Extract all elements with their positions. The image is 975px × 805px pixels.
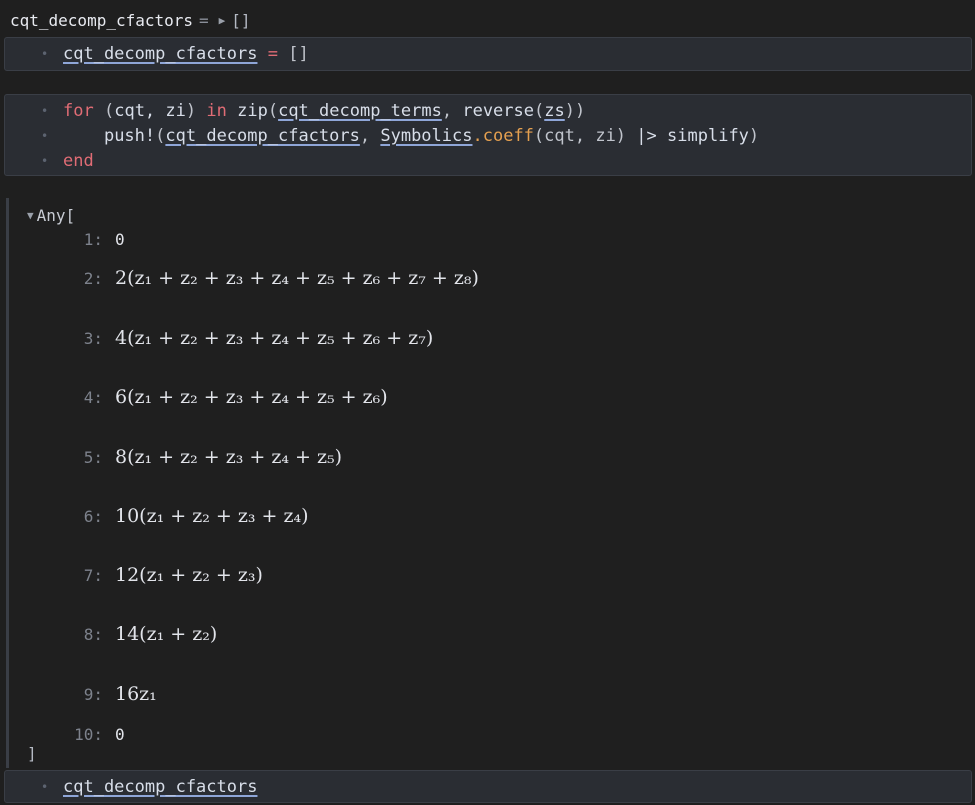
array-entry: 1: 0 [67, 230, 125, 249]
call-args: (cqt, zi) [533, 126, 627, 146]
code-line: • cqt_decomp_cfactors [5, 775, 971, 800]
paren: ) [185, 101, 197, 121]
entry-index: 10: [74, 725, 103, 744]
entry-index: 7: [83, 566, 103, 585]
func-coeff: coeff [482, 126, 534, 146]
code-line: • push!(cqt_decomp_cfactors, Symbolics.c… [5, 124, 971, 149]
code-identifier-terms: cqt_decomp_terms [278, 101, 442, 121]
func-zip: zip [237, 101, 268, 121]
paren: ( [534, 101, 545, 121]
array-close-bracket: ] [27, 744, 37, 763]
paren: ( [155, 126, 166, 146]
code-line: • for (cqt, zi) in zip(cqt_decomp_terms,… [5, 99, 971, 124]
entry-value: 4(z₁ + z₂ + z₃ + z₄ + z₅ + z₆ + z₇) [115, 327, 434, 349]
paren: ( [103, 101, 115, 121]
entry-value: 0 [115, 725, 125, 744]
code-cell-3[interactable]: • cqt_decomp_cfactors [4, 770, 972, 803]
pipe-operator: |> [636, 126, 657, 146]
code-line: • end [5, 149, 971, 174]
array-entry: 8: 14(z₁ + z₂) [67, 623, 218, 645]
array-entry: 10: 0 [67, 725, 125, 744]
entry-index: 9: [83, 685, 103, 704]
entry-value: 12(z₁ + z₂ + z₃) [115, 564, 263, 586]
line-dot-icon: • [41, 47, 49, 61]
dot: . [472, 126, 483, 146]
cell-output-header: cqt_decomp_cfactors = ▶ [] [10, 8, 251, 32]
entry-index: 5: [83, 448, 103, 467]
array-type-label: Any[ [36, 206, 76, 225]
array-entry: 9: 16z₁ [67, 683, 157, 705]
entry-index: 6: [83, 507, 103, 526]
array-entry: 3: 4(z₁ + z₂ + z₃ + z₄ + z₅ + z₆ + z₇) [67, 327, 434, 349]
collapse-triangle-icon[interactable]: ▼ [27, 209, 34, 222]
entry-value: 6(z₁ + z₂ + z₃ + z₄ + z₅ + z₆) [115, 386, 388, 408]
code-identifier-target: cqt_decomp_cfactors [165, 126, 360, 146]
entry-value: 16z₁ [115, 683, 157, 705]
line-dot-icon: • [41, 154, 49, 168]
code-literal: [] [288, 44, 309, 64]
expand-triangle-icon[interactable]: ▶ [219, 14, 226, 27]
entry-value: 14(z₁ + z₂) [115, 623, 218, 645]
code-cell-2[interactable]: • for (cqt, zi) in zip(cqt_decomp_terms,… [4, 94, 972, 176]
output-equals: = [199, 10, 209, 30]
entry-value: 8(z₁ + z₂ + z₃ + z₄ + z₅) [115, 446, 343, 468]
array-entry: 6: 10(z₁ + z₂ + z₃ + z₄) [67, 505, 309, 527]
array-output: ▼ Any[ 1: 0 2: 2(z₁ + z₂ + z₃ + z₄ + z₅ … [6, 198, 972, 768]
line-dot-icon: • [41, 129, 49, 143]
paren: )) [564, 101, 586, 121]
code-module: Symbolics [380, 126, 473, 146]
output-variable-name: cqt_decomp_cfactors [10, 10, 194, 30]
func-reverse: reverse [462, 101, 534, 121]
line-dot-icon: • [41, 104, 49, 118]
array-entry: 7: 12(z₁ + z₂ + z₃) [67, 564, 263, 586]
entry-index: 3: [83, 329, 103, 348]
keyword-in: in [206, 101, 227, 121]
paren: ( [267, 101, 279, 121]
entry-index: 1: [83, 230, 103, 249]
array-entry: 5: 8(z₁ + z₂ + z₃ + z₄ + z₅) [67, 446, 342, 468]
array-entry: 4: 6(z₁ + z₂ + z₃ + z₄ + z₅ + z₆) [67, 386, 388, 408]
entry-value: 0 [115, 230, 125, 249]
code-operator: = [267, 44, 278, 64]
code-identifier-zs: zs [544, 101, 565, 121]
code-cell-1[interactable]: • cqt_decomp_cfactors = [] [4, 37, 972, 71]
code-identifier: cqt_decomp_cfactors [63, 44, 258, 64]
entry-index: 2: [83, 269, 103, 288]
func-push: push! [103, 126, 156, 146]
entry-value: 2(z₁ + z₂ + z₃ + z₄ + z₅ + z₆ + z₇ + z₈) [115, 267, 479, 289]
entry-index: 4: [83, 388, 103, 407]
keyword-for: for [63, 101, 94, 121]
code-line: • cqt_decomp_cfactors = [] [5, 42, 971, 67]
entry-index: 8: [83, 625, 103, 644]
line-dot-icon: • [41, 780, 49, 794]
func-simplify: simplify [667, 126, 749, 146]
output-value: [] [231, 10, 251, 30]
array-entry: 2: 2(z₁ + z₂ + z₃ + z₄ + z₅ + z₆ + z₇ + … [67, 267, 479, 289]
paren: ) [748, 126, 760, 146]
comma: , [441, 101, 453, 121]
entry-value: 10(z₁ + z₂ + z₃ + z₄) [115, 505, 309, 527]
comma: , [359, 126, 371, 146]
loop-vars: cqt, zi [114, 101, 186, 121]
notebook-page: cqt_decomp_cfactors = ▶ [] • cqt_decomp_… [0, 0, 975, 805]
array-header[interactable]: ▼ Any[ [27, 206, 75, 225]
code-identifier: cqt_decomp_cfactors [63, 777, 258, 797]
keyword-end: end [63, 151, 94, 171]
